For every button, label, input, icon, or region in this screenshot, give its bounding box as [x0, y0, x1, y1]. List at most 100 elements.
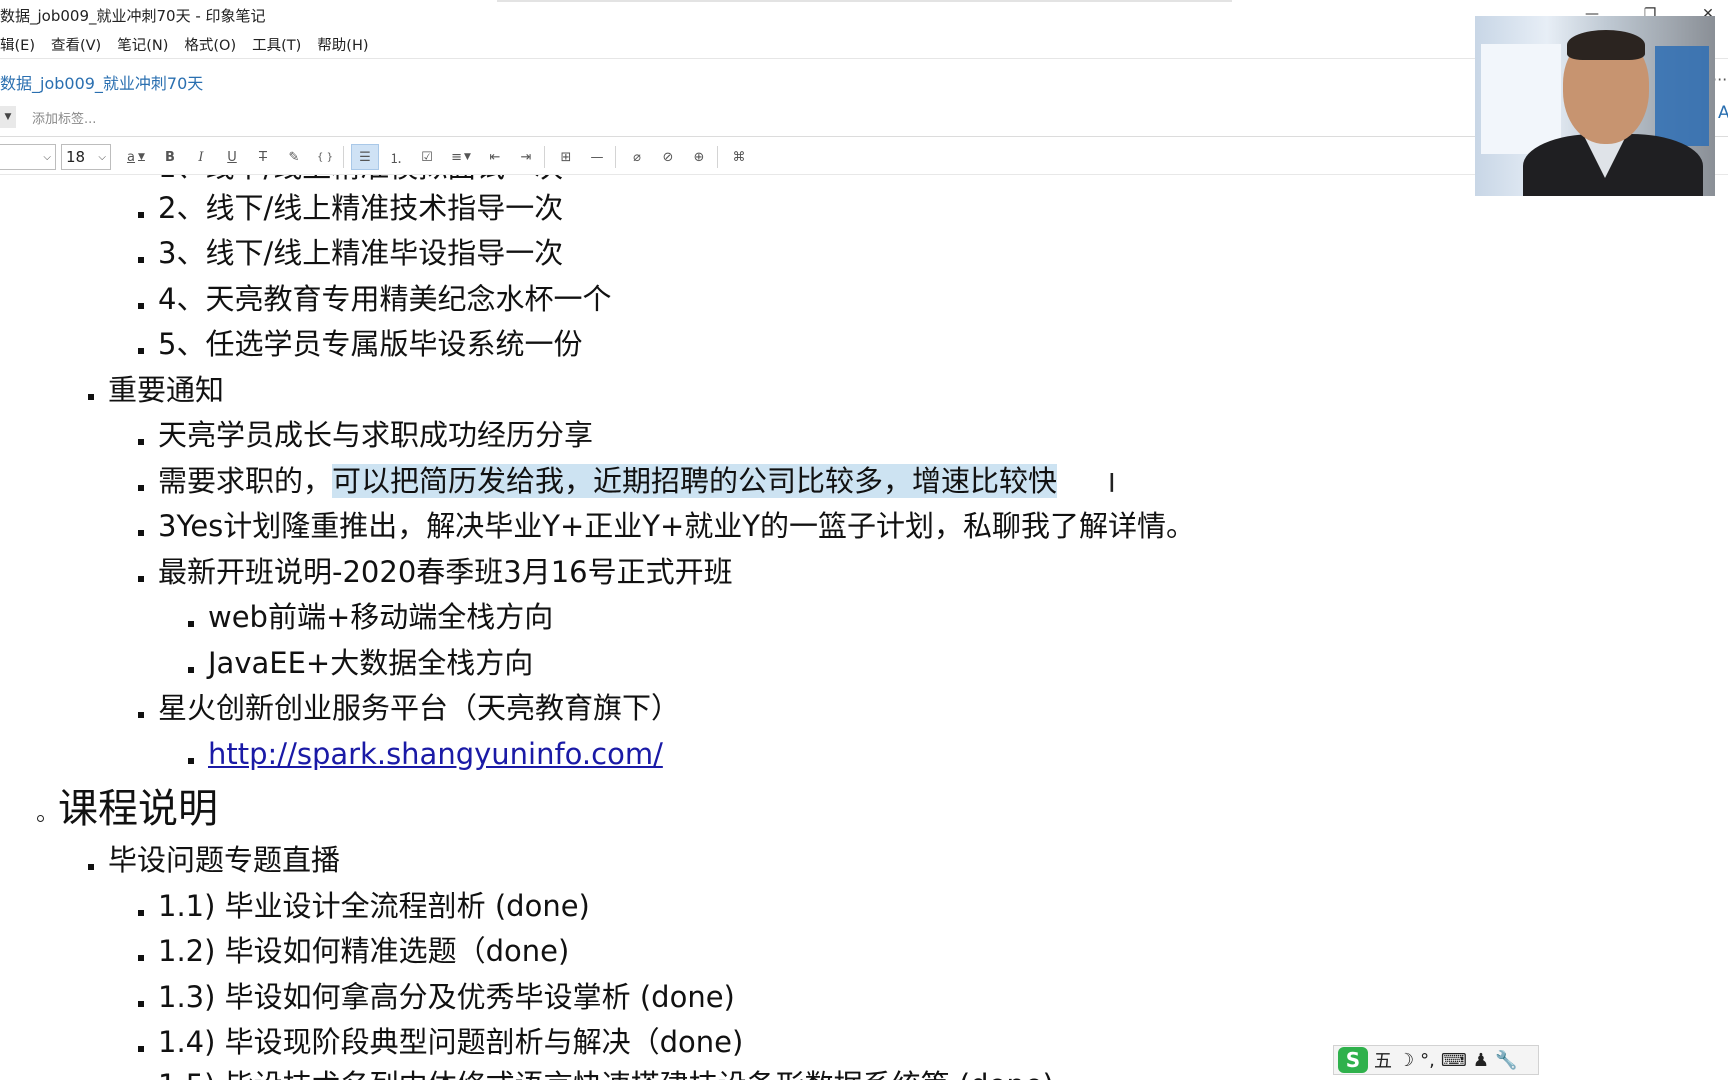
strikethrough-button[interactable]: T	[249, 144, 277, 170]
poster	[1655, 46, 1709, 146]
list-item: 1.1) 毕业设计全流程剖析 (done)	[158, 889, 590, 923]
list-item: web前端+移动端全栈方向	[208, 600, 554, 634]
note-body[interactable]: 1、线下/线上精准模拟面试一次 2、线下/线上精准技术指导一次 3、线下/线上精…	[0, 175, 1728, 1080]
bullet-icon	[188, 667, 194, 673]
code-icon[interactable]: { }	[311, 144, 339, 170]
header-divider	[0, 136, 1728, 137]
toolbar-separator	[615, 146, 616, 168]
bold-button[interactable]: B	[156, 144, 184, 170]
menu-divider	[0, 58, 1728, 59]
menu-view[interactable]: 查看(V)	[51, 34, 101, 55]
menu-tools[interactable]: 工具(T)	[252, 34, 301, 55]
chevron-down-icon: ▼	[138, 152, 145, 162]
shortcut-icon[interactable]: ⌘	[725, 144, 753, 170]
bullet-icon	[138, 712, 144, 718]
underline-button[interactable]: U	[218, 144, 246, 170]
list-item: 需要求职的，可以把简历发给我，近期招聘的公司比较多，增速比较快	[158, 463, 1058, 499]
selected-text[interactable]: 可以把简历发给我，近期招聘的公司比较多，增速比较快	[332, 464, 1058, 498]
list-item: 1.3) 毕设如何拿高分及优秀毕设掌析 (done)	[158, 980, 735, 1014]
bullet-icon	[138, 348, 144, 354]
tag-dropdown-icon[interactable]: ▼	[0, 106, 16, 128]
list-item: 1.5) 毕设技术名列中体修式语言快速搭建技设备形数据系统等 (done)	[158, 1067, 1054, 1080]
bullet-icon	[188, 758, 194, 764]
font-size-value: 18	[66, 148, 86, 166]
menu-format[interactable]: 格式(O)	[184, 34, 236, 55]
checklist-icon[interactable]: ☑	[413, 144, 441, 170]
table-icon[interactable]: ⊞	[552, 144, 580, 170]
bullet-icon	[138, 530, 144, 536]
encrypt-icon[interactable]: ⊘	[654, 144, 682, 170]
notice-heading: 重要通知	[108, 373, 225, 407]
align-icon[interactable]: ≡ ▼	[444, 144, 478, 170]
list-item: 1.4) 毕设现阶段典型问题剖析与解决（done)	[158, 1025, 744, 1059]
italic-button[interactable]: I	[187, 144, 215, 170]
bullet-icon	[138, 303, 144, 309]
toolbar-separator	[717, 146, 718, 168]
font-color-button[interactable]: a ▼	[119, 144, 153, 170]
menu-note[interactable]: 笔记(N)	[117, 34, 168, 55]
outdent-icon[interactable]: ⇤	[481, 144, 509, 170]
sogou-logo-icon[interactable]: S	[1338, 1047, 1368, 1073]
list-item: 最新开班说明-2020春季班3月16号正式开班	[158, 555, 733, 589]
list-item: 3Yes计划隆重推出，解决毕业Y+正业Y+就业Y的一篮子计划，私聊我了解详情。	[158, 509, 1196, 543]
indent-icon[interactable]: ⇥	[512, 144, 540, 170]
webcam-overlay	[1475, 16, 1715, 196]
platform-link[interactable]: http://spark.shangyuninfo.com/	[208, 736, 663, 772]
title-bar: 数据_job009_就业冲刺70天 - 印象笔记 — ❐ ✕	[0, 0, 1728, 30]
whiteboard	[1481, 44, 1561, 154]
attachment-icon[interactable]: ⌀	[623, 144, 651, 170]
bullet-icon	[188, 621, 194, 627]
input-mode-icon[interactable]: 五	[1374, 1047, 1392, 1073]
list-item: 4、天亮教育专用精美纪念水杯一个	[158, 282, 612, 316]
insert-icon[interactable]: ⊕	[685, 144, 713, 170]
bullet-icon	[138, 439, 144, 445]
list-item: 1.2) 毕设如何精准选题（done)	[158, 934, 570, 968]
list-item: 1、线下/线上精准模拟面试一次	[158, 175, 563, 185]
keyboard-icon[interactable]: ⌨	[1441, 1050, 1467, 1071]
window-title: 数据_job009_就业冲刺70天 - 印象笔记	[0, 7, 266, 25]
font-style-icon[interactable]: A	[1718, 103, 1728, 123]
list-item: 5、任选学员专属版毕设系统一份	[158, 327, 583, 361]
menu-bar: 辑(E) 查看(V) 笔记(N) 格式(O) 工具(T) 帮助(H)	[0, 30, 1728, 58]
menu-help[interactable]: 帮助(H)	[317, 34, 368, 55]
moon-icon[interactable]: ☽	[1398, 1050, 1414, 1071]
wrench-icon[interactable]: 🔧	[1495, 1050, 1517, 1071]
punctuation-icon[interactable]: °,	[1420, 1050, 1435, 1071]
presenter-hair	[1567, 30, 1645, 60]
course-heading: 课程说明	[58, 786, 218, 832]
chevron-down-icon: ⌵	[98, 151, 106, 163]
bullet-icon	[88, 864, 94, 870]
bullet-icon	[37, 815, 44, 822]
font-size-select[interactable]: 18 ⌵	[61, 144, 111, 170]
bullet-icon	[138, 1046, 144, 1052]
highlighter-icon[interactable]: ✎	[280, 144, 308, 170]
bullet-icon	[138, 1001, 144, 1007]
bullet-icon	[88, 394, 94, 400]
chevron-down-icon: ⌵	[43, 151, 51, 163]
numbered-list-icon[interactable]: ⒈	[382, 144, 410, 170]
list-item: 星火创新创业服务平台（天亮教育旗下）	[158, 691, 681, 725]
text-cursor-icon: Ι	[1108, 469, 1116, 499]
ime-toolbar: S 五 ☽ °, ⌨ ♟ 🔧	[1333, 1045, 1539, 1075]
bulleted-list-button[interactable]: ☰	[351, 144, 379, 170]
bullet-icon	[138, 910, 144, 916]
list-item: 2、线下/线上精准技术指导一次	[158, 191, 564, 225]
add-tag-input[interactable]: 添加标签...	[32, 108, 96, 127]
horizontal-rule-icon[interactable]: —	[583, 144, 611, 170]
title-divider	[497, 0, 1232, 2]
bullet-icon	[138, 955, 144, 961]
user-icon[interactable]: ♟	[1473, 1050, 1489, 1071]
tag-row: ▼ 添加标签...	[0, 104, 96, 130]
menu-edit[interactable]: 辑(E)	[0, 34, 35, 55]
toolbar-separator	[343, 146, 344, 168]
format-toolbar: ⌵ 18 ⌵ a ▼ B I U T ✎ { } ☰ ⒈ ☑ ≡ ▼ ⇤ ⇥ ⊞ —…	[0, 141, 1728, 173]
list-item: JavaEE+大数据全栈方向	[208, 646, 534, 680]
job-text: 需要求职的，	[158, 464, 333, 498]
list-item: 天亮学员成长与求职成功经历分享	[158, 418, 594, 452]
live-heading: 毕设问题专题直播	[108, 843, 341, 877]
font-color-icon: a	[127, 149, 136, 165]
bullet-icon	[138, 576, 144, 582]
font-family-select[interactable]: ⌵	[0, 144, 56, 170]
note-title[interactable]: 数据_job009_就业冲刺70天	[0, 70, 203, 94]
bullet-icon	[138, 485, 144, 491]
